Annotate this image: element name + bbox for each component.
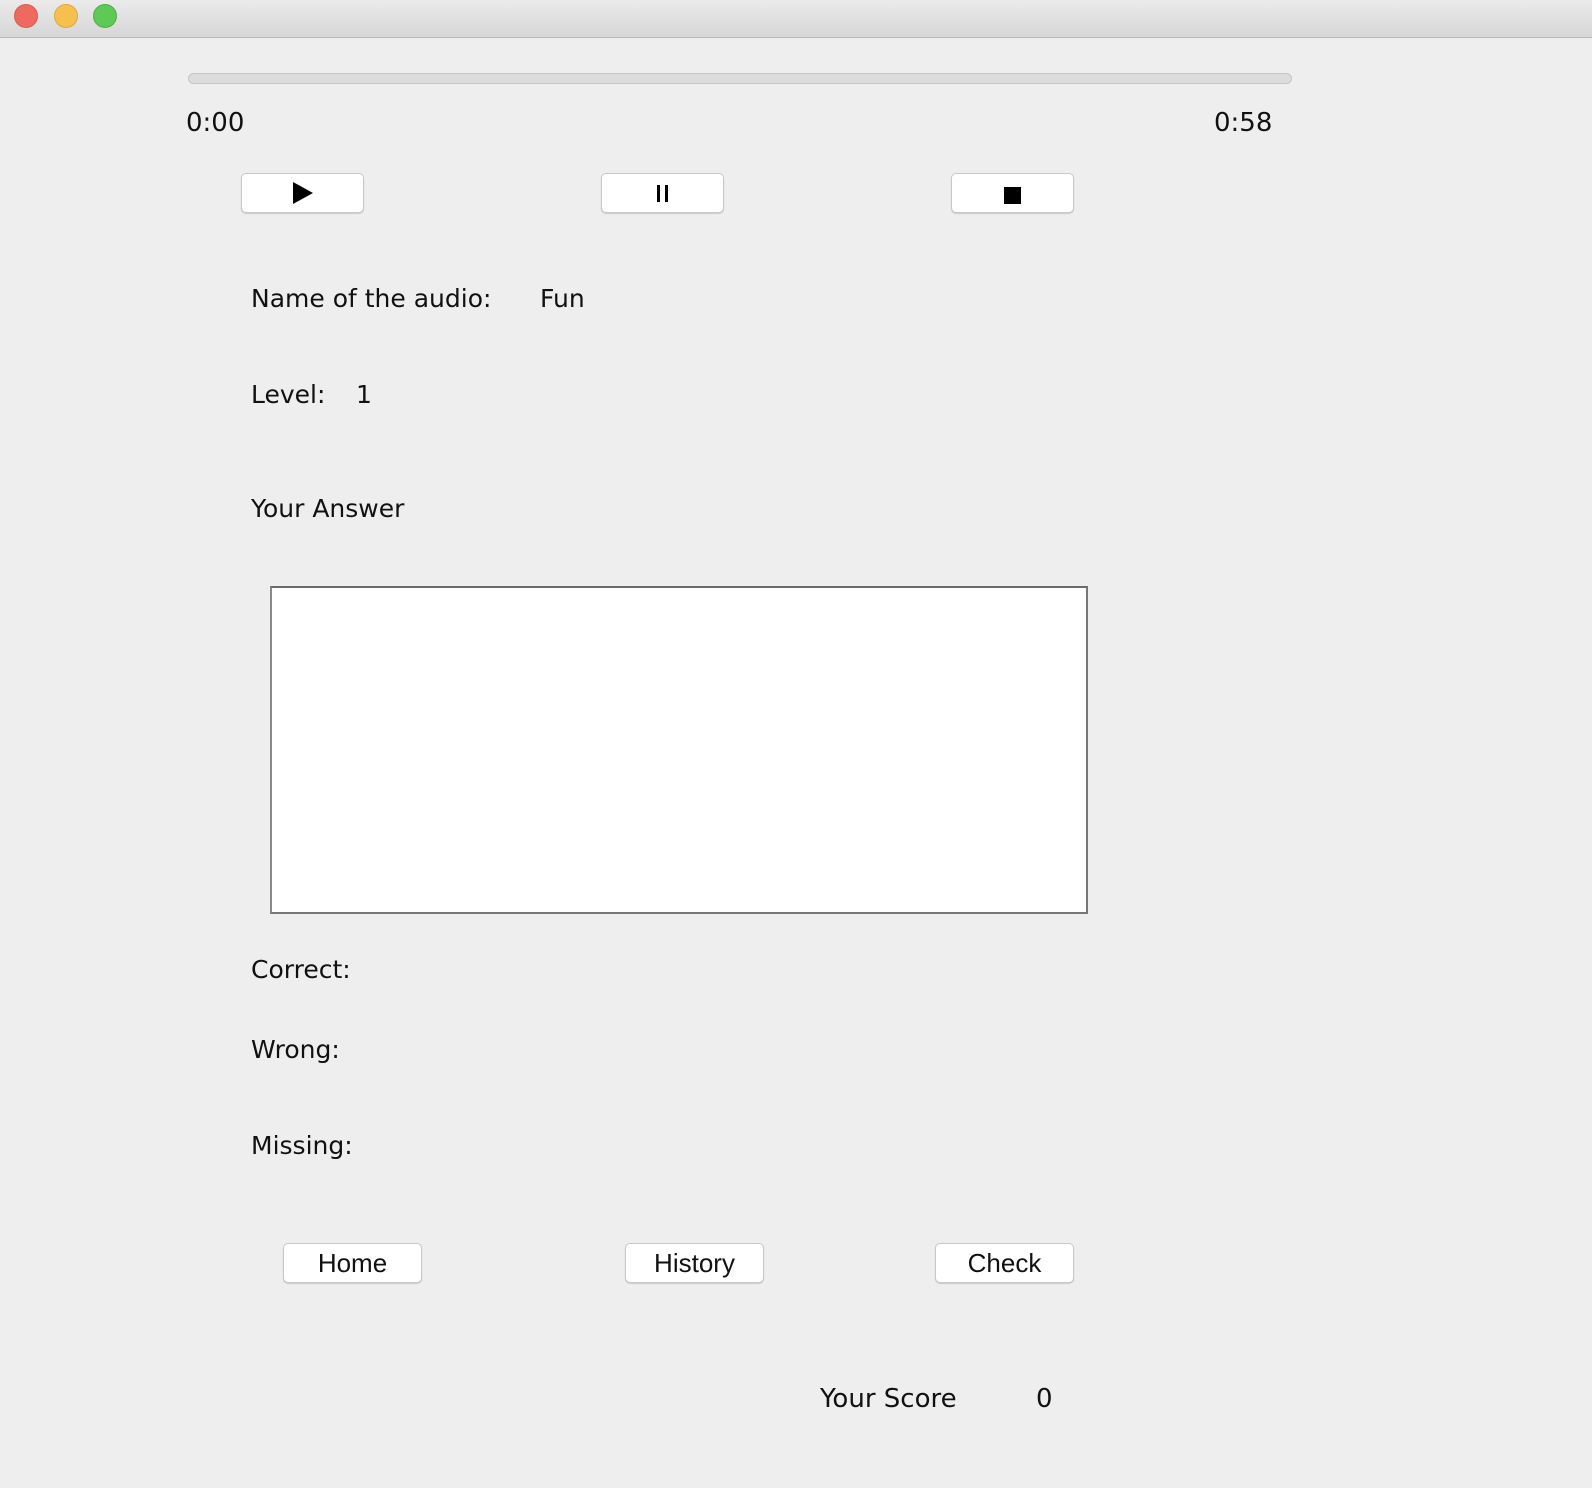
audio-progress-slider[interactable]: [188, 73, 1292, 84]
pause-icon: [657, 184, 668, 202]
total-time: 0:58: [1214, 108, 1273, 138]
stop-icon: [1004, 186, 1021, 204]
score-value: 0: [1036, 1384, 1053, 1414]
check-button[interactable]: Check: [935, 1243, 1074, 1283]
current-time: 0:00: [186, 108, 245, 138]
play-button[interactable]: [241, 173, 364, 213]
correct-label: Correct:: [251, 955, 351, 984]
home-button[interactable]: Home: [283, 1243, 422, 1283]
play-icon: [292, 182, 313, 204]
level-value: 1: [356, 380, 372, 409]
missing-label: Missing:: [251, 1131, 353, 1160]
your-answer-heading: Your Answer: [251, 494, 405, 523]
maximize-window-button[interactable]: [93, 4, 117, 28]
close-window-button[interactable]: [14, 4, 38, 28]
score-label: Your Score: [820, 1384, 957, 1414]
level-label: Level:: [251, 380, 326, 409]
stop-button[interactable]: [951, 173, 1074, 213]
wrong-label: Wrong:: [251, 1035, 340, 1064]
history-button[interactable]: History: [625, 1243, 764, 1283]
audio-name-value: Fun: [540, 284, 585, 313]
window-titlebar: [0, 0, 1592, 38]
minimize-window-button[interactable]: [54, 4, 78, 28]
pause-button[interactable]: [601, 173, 724, 213]
answer-textarea[interactable]: [270, 586, 1088, 914]
audio-name-label: Name of the audio:: [251, 284, 492, 313]
